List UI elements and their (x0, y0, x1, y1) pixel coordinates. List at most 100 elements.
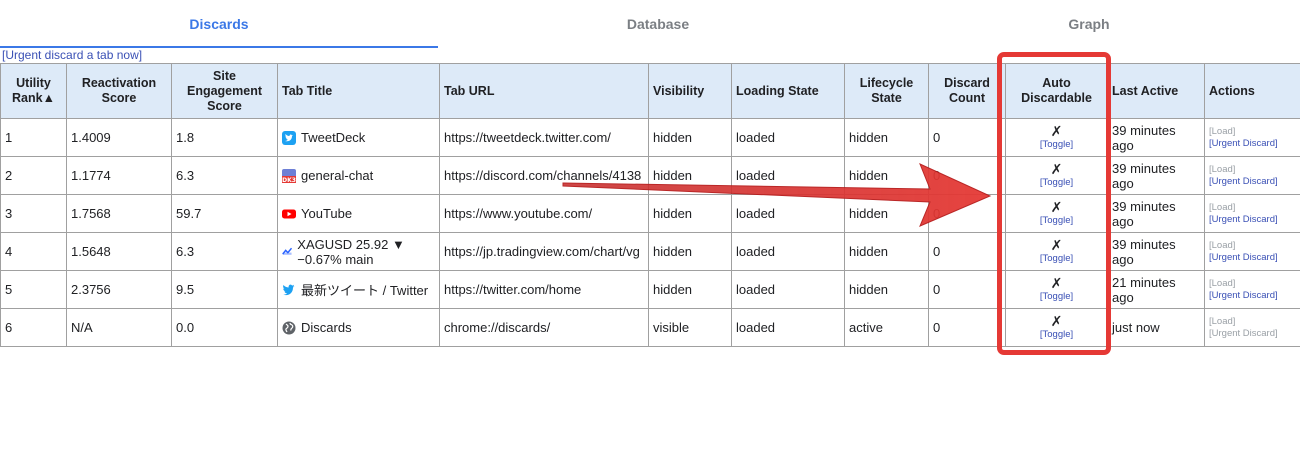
cell-loading-state: loaded (731, 232, 845, 271)
urgent-discard-tab-link[interactable]: [Urgent Discard] (1209, 176, 1296, 188)
tab-title-text: Discards (301, 320, 352, 335)
cell-visibility: hidden (648, 270, 732, 309)
urgent-discard-tab-link[interactable]: [Urgent Discard] (1209, 138, 1296, 150)
cell-visibility: hidden (648, 118, 732, 157)
tab-title-text: TweetDeck (301, 130, 366, 145)
cell-last-active: 21 minutes ago (1107, 270, 1205, 309)
cell-site-engagement-score: 6.3 (171, 156, 278, 195)
tab-discards[interactable]: Discards (0, 0, 438, 48)
twitter-icon (282, 283, 296, 297)
load-link[interactable]: [Load] (1209, 240, 1296, 252)
cell-actions: [Load] [Urgent Discard] (1204, 270, 1300, 309)
cell-utility-rank: 5 (0, 270, 67, 309)
urgent-discard-link[interactable]: [Urgent discard a tab now] (2, 48, 142, 62)
cell-discard-count: 0 (928, 308, 1006, 347)
urgent-discard-tab-link[interactable]: [Urgent Discard] (1209, 290, 1296, 302)
cell-visibility: hidden (648, 232, 732, 271)
load-link[interactable]: [Load] (1209, 202, 1296, 214)
cell-actions: [Load] [Urgent Discard] (1204, 118, 1300, 157)
header-lifecycle-state[interactable]: Lifecycle State (844, 63, 929, 119)
cell-tab-url: https://jp.tradingview.com/chart/vg (439, 232, 649, 271)
cell-loading-state: loaded (731, 308, 845, 347)
cell-reactivation-score: 1.7568 (66, 194, 172, 233)
cell-tab-title: TweetDeck (277, 118, 440, 157)
annotation-highlight-box (997, 52, 1111, 355)
urgent-discard-tab-link[interactable]: [Urgent Discard] (1209, 328, 1296, 340)
cell-last-active: 39 minutes ago (1107, 118, 1205, 157)
cell-tab-title: 最新ツイート / Twitter (277, 270, 440, 309)
globe-icon (282, 321, 296, 335)
header-last-active[interactable]: Last Active (1107, 63, 1205, 119)
tab-bar: Discards Database Graph (0, 0, 1300, 48)
cell-lifecycle-state: hidden (844, 270, 929, 309)
cell-tab-title: Discards (277, 308, 440, 347)
tab-database[interactable]: Database (438, 0, 878, 46)
cell-reactivation-score: 1.5648 (66, 232, 172, 271)
cell-visibility: hidden (648, 156, 732, 195)
cell-visibility: hidden (648, 194, 732, 233)
cell-actions: [Load] [Urgent Discard] (1204, 156, 1300, 195)
cell-loading-state: loaded (731, 194, 845, 233)
tab-title-text: XAGUSD 25.92 ▼ −0.67% main (297, 236, 405, 267)
cell-site-engagement-score: 1.8 (171, 118, 278, 157)
cell-loading-state: loaded (731, 156, 845, 195)
cell-utility-rank: 6 (0, 308, 67, 347)
cell-discard-count: 0 (928, 156, 1006, 195)
cell-discard-count: 0 (928, 232, 1006, 271)
cell-site-engagement-score: 59.7 (171, 194, 278, 233)
cell-tab-title: YouTube (277, 194, 440, 233)
cell-loading-state: loaded (731, 118, 845, 157)
header-tab-url[interactable]: Tab URL (439, 63, 649, 119)
cell-actions: [Load] [Urgent Discard] (1204, 232, 1300, 271)
cell-site-engagement-score: 6.3 (171, 232, 278, 271)
header-loading-state[interactable]: Loading State (731, 63, 845, 119)
load-link[interactable]: [Load] (1209, 126, 1296, 138)
load-link[interactable]: [Load] (1209, 316, 1296, 328)
header-site-engagement-score[interactable]: Site Engagement Score (171, 63, 278, 119)
header-visibility[interactable]: Visibility (648, 63, 732, 119)
urgent-discard-tab-link[interactable]: [Urgent Discard] (1209, 252, 1296, 264)
cell-tab-url: https://discord.com/channels/4138 (439, 156, 649, 195)
header-tab-title[interactable]: Tab Title (277, 63, 440, 119)
cell-tab-url: https://www.youtube.com/ (439, 194, 649, 233)
youtube-icon (282, 207, 296, 221)
header-utility-rank[interactable]: Utility Rank▲ (0, 63, 67, 119)
cell-lifecycle-state: hidden (844, 118, 929, 157)
svg-text:DK3: DK3 (282, 177, 296, 183)
cell-reactivation-score: 1.4009 (66, 118, 172, 157)
cell-lifecycle-state: active (844, 308, 929, 347)
cell-discard-count: 0 (928, 194, 1006, 233)
cell-tab-title: XAGUSD 25.92 ▼ −0.67% main (277, 232, 440, 271)
cell-loading-state: loaded (731, 270, 845, 309)
urgent-discard-tab-link[interactable]: [Urgent Discard] (1209, 214, 1296, 226)
cell-tab-title: DK3 general-chat (277, 156, 440, 195)
cell-last-active: 39 minutes ago (1107, 156, 1205, 195)
tab-title-text: general-chat (301, 168, 374, 183)
cell-actions: [Load] [Urgent Discard] (1204, 194, 1300, 233)
cell-tab-url: chrome://discards/ (439, 308, 649, 347)
cell-utility-rank: 1 (0, 118, 67, 157)
header-reactivation-score[interactable]: Reactivation Score (66, 63, 172, 119)
header-actions: Actions (1204, 63, 1300, 119)
cell-last-active: 39 minutes ago (1107, 232, 1205, 271)
cell-visibility: visible (648, 308, 732, 347)
cell-reactivation-score: N/A (66, 308, 172, 347)
cell-lifecycle-state: hidden (844, 232, 929, 271)
cell-last-active: 39 minutes ago (1107, 194, 1205, 233)
tradingview-icon (282, 245, 293, 259)
tweetdeck-icon (282, 130, 296, 145)
cell-discard-count: 0 (928, 270, 1006, 309)
tab-title-text: YouTube (301, 206, 353, 221)
cell-discard-count: 0 (928, 118, 1006, 157)
load-link[interactable]: [Load] (1209, 164, 1296, 176)
cell-utility-rank: 3 (0, 194, 67, 233)
cell-site-engagement-score: 0.0 (171, 308, 278, 347)
cell-actions: [Load] [Urgent Discard] (1204, 308, 1300, 347)
tab-title-text: 最新ツイート / Twitter (301, 283, 429, 298)
cell-site-engagement-score: 9.5 (171, 270, 278, 309)
tab-graph[interactable]: Graph (878, 0, 1300, 46)
cell-utility-rank: 2 (0, 156, 67, 195)
header-discard-count[interactable]: Discard Count (928, 63, 1006, 119)
cell-lifecycle-state: hidden (844, 156, 929, 195)
load-link[interactable]: [Load] (1209, 278, 1296, 290)
